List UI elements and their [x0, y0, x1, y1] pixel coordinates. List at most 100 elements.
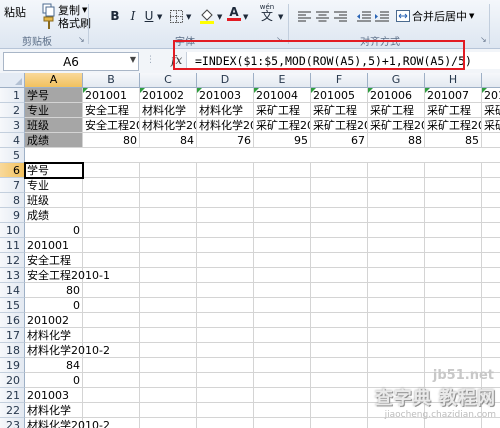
- font-launcher-icon[interactable]: ↘: [276, 35, 283, 44]
- cell-b3[interactable]: 安全工程201: [83, 118, 140, 133]
- column-header-h[interactable]: H: [425, 73, 482, 88]
- phonetic-button[interactable]: wén 文: [256, 3, 278, 22]
- cell-h3[interactable]: 采矿工程201: [425, 118, 482, 133]
- row-header-22[interactable]: 22: [0, 403, 25, 418]
- font-color-dropdown-icon[interactable]: ▼: [243, 8, 248, 26]
- cell-f2[interactable]: 采矿工程: [311, 103, 368, 118]
- empty-grid-area[interactable]: [83, 163, 500, 428]
- row-header-6[interactable]: 6: [0, 163, 25, 178]
- column-header-f[interactable]: F: [311, 73, 368, 88]
- cell-e4[interactable]: 95: [254, 133, 311, 148]
- cell-a14[interactable]: 80: [25, 283, 83, 298]
- copy-dropdown-icon[interactable]: ▼: [82, 6, 87, 14]
- cell-a17[interactable]: 材料化学: [25, 328, 83, 343]
- bold-button[interactable]: B: [108, 7, 122, 25]
- align-right-button[interactable]: [332, 7, 348, 25]
- cell-a7[interactable]: 专业: [25, 178, 83, 193]
- column-header-d[interactable]: D: [197, 73, 254, 88]
- cell-h4[interactable]: 85: [425, 133, 482, 148]
- cell-c3[interactable]: 材料化学201: [140, 118, 197, 133]
- cell-a2[interactable]: 专业: [25, 103, 83, 118]
- row-header-1[interactable]: 1: [0, 88, 25, 103]
- worksheet-grid[interactable]: A B C D E F G H I 1 2 3 4 5 6 7 8 9 10 1…: [0, 73, 500, 428]
- align-center-button[interactable]: [314, 7, 330, 25]
- cell-f3[interactable]: 采矿工程201: [311, 118, 368, 133]
- cell-c1[interactable]: 201002: [140, 88, 197, 103]
- font-color-button[interactable]: A: [226, 5, 242, 23]
- row-header-16[interactable]: 16: [0, 313, 25, 328]
- cell-d2[interactable]: 材料化学: [197, 103, 254, 118]
- cell-a13[interactable]: 安全工程2010-1: [25, 268, 110, 283]
- column-header-b[interactable]: B: [83, 73, 140, 88]
- cell-a12[interactable]: 安全工程: [25, 253, 83, 268]
- cell-a16[interactable]: 201002: [25, 313, 83, 328]
- cell-a4[interactable]: 成绩: [25, 133, 83, 148]
- align-left-button[interactable]: [296, 7, 312, 25]
- cell-f4[interactable]: 67: [311, 133, 368, 148]
- borders-dropdown-icon[interactable]: ▼: [186, 8, 191, 26]
- cell-c4[interactable]: 84: [140, 133, 197, 148]
- cell-a9[interactable]: 成绩: [25, 208, 83, 223]
- cell-a6[interactable]: 学号: [24, 162, 84, 179]
- cell-a23[interactable]: 材料化学2010-2: [25, 418, 110, 428]
- paste-button[interactable]: 粘贴: [4, 4, 26, 20]
- row-header-15[interactable]: 15: [0, 298, 25, 313]
- italic-button[interactable]: I: [126, 7, 140, 25]
- cell-a21[interactable]: 201003: [25, 388, 83, 403]
- cell-a18[interactable]: 材料化学2010-2: [25, 343, 110, 358]
- fill-color-dropdown-icon[interactable]: ▼: [217, 8, 222, 26]
- cell-a11[interactable]: 201001: [25, 238, 83, 253]
- row-header-12[interactable]: 12: [0, 253, 25, 268]
- row-header-8[interactable]: 8: [0, 193, 25, 208]
- cell-b1[interactable]: 201001: [83, 88, 140, 103]
- phonetic-dropdown-icon[interactable]: ▼: [278, 8, 283, 26]
- row-header-17[interactable]: 17: [0, 328, 25, 343]
- row-header-5[interactable]: 5: [0, 148, 25, 163]
- cell-b2[interactable]: 安全工程: [83, 103, 140, 118]
- select-all-button[interactable]: [0, 73, 25, 88]
- decrease-indent-button[interactable]: [356, 7, 372, 25]
- row-header-2[interactable]: 2: [0, 103, 25, 118]
- row-header-3[interactable]: 3: [0, 118, 25, 133]
- cell-h1[interactable]: 201007: [425, 88, 482, 103]
- cell-a1[interactable]: 学号: [25, 88, 83, 103]
- column-header-a[interactable]: A: [25, 73, 83, 88]
- cell-c2[interactable]: 材料化学: [140, 103, 197, 118]
- cell-i4[interactable]: [482, 133, 500, 148]
- column-header-c[interactable]: C: [140, 73, 197, 88]
- insert-function-icon[interactable]: fx: [171, 53, 182, 67]
- row-header-11[interactable]: 11: [0, 238, 25, 253]
- row-header-21[interactable]: 21: [0, 388, 25, 403]
- column-header-e[interactable]: E: [254, 73, 311, 88]
- row-header-13[interactable]: 13: [0, 268, 25, 283]
- cell-g1[interactable]: 201006: [368, 88, 425, 103]
- cell-d1[interactable]: 201003: [197, 88, 254, 103]
- cell-a22[interactable]: 材料化学: [25, 403, 83, 418]
- row-header-23[interactable]: 23: [0, 418, 25, 428]
- row-header-14[interactable]: 14: [0, 283, 25, 298]
- merge-center-dropdown-icon[interactable]: ▼: [469, 12, 474, 20]
- cell-g3[interactable]: 采矿工程201: [368, 118, 425, 133]
- cell-e2[interactable]: 采矿工程: [254, 103, 311, 118]
- row-header-10[interactable]: 10: [0, 223, 25, 238]
- row-header-7[interactable]: 7: [0, 178, 25, 193]
- cell-g2[interactable]: 采矿工程: [368, 103, 425, 118]
- cell-a10[interactable]: 0: [25, 223, 83, 238]
- cell-e3[interactable]: 采矿工程201: [254, 118, 311, 133]
- cell-i1[interactable]: 2010: [482, 88, 500, 103]
- cell-g4[interactable]: 88: [368, 133, 425, 148]
- merge-center-button[interactable]: 合并后居中 ▼: [396, 8, 474, 24]
- row-header-19[interactable]: 19: [0, 358, 25, 373]
- row-header-9[interactable]: 9: [0, 208, 25, 223]
- cell-e1[interactable]: 201004: [254, 88, 311, 103]
- clipboard-launcher-icon[interactable]: ↘: [78, 35, 85, 44]
- underline-dropdown-icon[interactable]: ▼: [157, 8, 162, 26]
- borders-button[interactable]: [168, 7, 184, 25]
- format-painter-button[interactable]: 格式刷: [42, 15, 91, 31]
- name-box[interactable]: A6 ▼: [3, 52, 139, 71]
- cell-a19[interactable]: 84: [25, 358, 83, 373]
- cell-a8[interactable]: 班级: [25, 193, 83, 208]
- formula-input[interactable]: =INDEX($1:$5,MOD(ROW(A5),5)+1,ROW(A5)/5): [186, 52, 500, 69]
- underline-button[interactable]: U: [142, 7, 156, 25]
- fill-color-button[interactable]: [198, 6, 216, 24]
